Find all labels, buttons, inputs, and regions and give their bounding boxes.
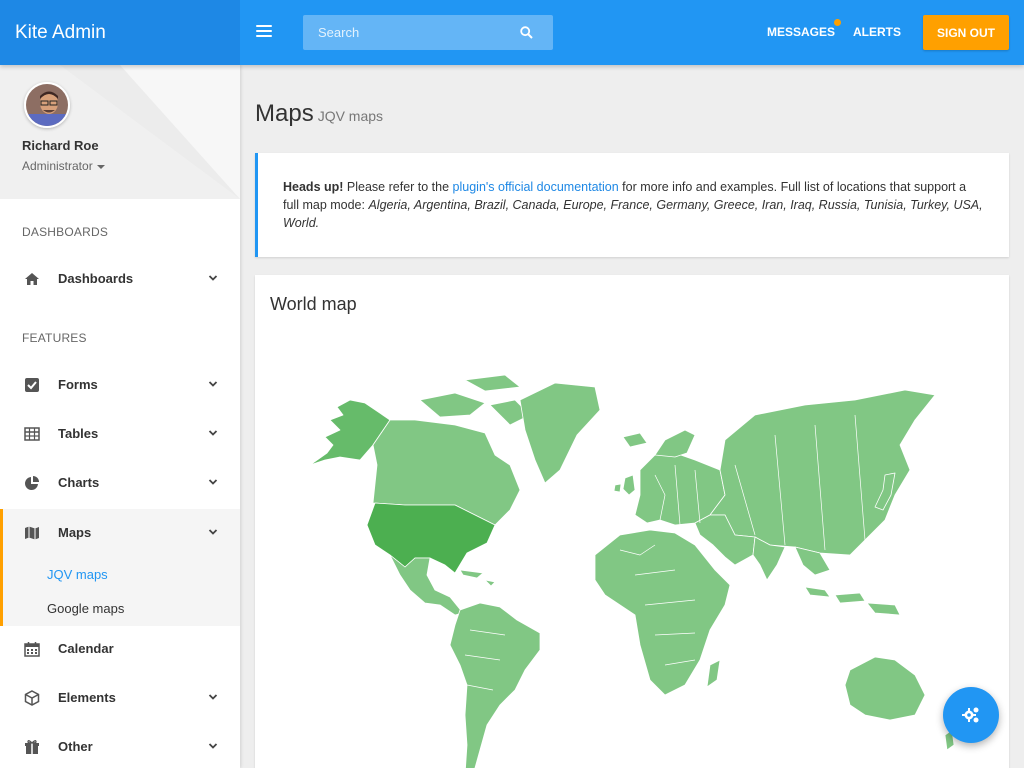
world-map[interactable] (255, 375, 1009, 768)
page-subtitle: JQV maps (317, 108, 384, 124)
sidebar-item-elements[interactable]: Elements (0, 674, 240, 723)
submenu-item-google-maps[interactable]: Google maps (47, 601, 124, 616)
callout-period: . (315, 216, 320, 230)
chevron-down-icon (208, 529, 218, 535)
map-region-scandinavia (654, 429, 696, 458)
map-region-greenland (519, 382, 601, 484)
callout-locations: Algeria, Argentina, Brazil, Canada, Euro… (283, 198, 983, 230)
sidebar-item-label: Tables (58, 426, 99, 441)
sidebar-item-maps[interactable]: Maps (0, 509, 240, 558)
sidebar-item-label: Charts (58, 475, 100, 490)
map-region-caribbean (459, 569, 496, 587)
settings-fab[interactable] (943, 687, 999, 743)
map-region-arctic-islands (419, 375, 531, 426)
user-name: Richard Roe (22, 138, 99, 153)
cube-icon (24, 690, 40, 706)
sidebar-item-label: Elements (58, 690, 116, 705)
map-region-madagascar (706, 659, 721, 688)
top-bar: Kite Admin MESSAGES ALERTS SIGN OUT (0, 0, 1024, 65)
chevron-down-icon (208, 430, 218, 436)
map-region-australia (844, 656, 926, 721)
page-title-text: Maps (255, 100, 314, 127)
gift-icon (25, 740, 39, 754)
active-indicator (0, 509, 3, 626)
search-input[interactable] (303, 15, 503, 50)
messages-label: MESSAGES (767, 25, 836, 39)
map-region-asia (709, 389, 936, 556)
chevron-down-icon (208, 694, 218, 700)
section-features: FEATURES (22, 331, 87, 345)
pie-chart-icon (25, 476, 39, 490)
caret-down-icon (96, 164, 105, 169)
documentation-link[interactable]: plugin's official documentation (453, 180, 619, 194)
chevron-down-icon (208, 743, 218, 749)
chevron-down-icon (208, 381, 218, 387)
hamburger-menu-icon[interactable] (256, 25, 272, 38)
calendar-icon (24, 642, 40, 657)
callout-heading: Heads up! (283, 180, 344, 194)
chevron-down-icon (208, 479, 218, 485)
search-icon[interactable] (520, 26, 533, 39)
table-icon (24, 427, 40, 441)
sidebar-item-label: Maps (58, 525, 92, 540)
user-role-dropdown[interactable]: Administrator (22, 159, 105, 173)
sidebar-item-label: Dashboards (58, 271, 134, 286)
home-icon (25, 273, 39, 285)
map-region-uk (613, 474, 636, 496)
sign-out-button[interactable]: SIGN OUT (923, 15, 1009, 50)
search-box (303, 15, 553, 50)
callout-text: Please refer to the (343, 180, 453, 194)
sidebar-item-charts[interactable]: Charts (0, 459, 240, 508)
map-icon (25, 526, 39, 540)
sidebar-item-label: Calendar (58, 641, 114, 656)
sidebar-item-forms[interactable]: Forms (0, 361, 240, 410)
world-map-card: World map (255, 275, 1009, 768)
map-region-iceland (622, 432, 648, 448)
app-title[interactable]: Kite Admin (0, 0, 240, 65)
notification-dot (834, 19, 842, 26)
avatar[interactable] (24, 82, 70, 128)
sidebar-item-label: Forms (58, 377, 98, 392)
checkbox-icon (25, 378, 39, 392)
map-region-indonesia (804, 586, 901, 616)
section-dashboards: DASHBOARDS (22, 225, 109, 239)
sidebar-item-dashboards[interactable]: Dashboards (0, 255, 240, 304)
alerts-link[interactable]: ALERTS (853, 0, 901, 65)
sidebar-item-calendar[interactable]: Calendar (0, 625, 240, 674)
messages-link[interactable]: MESSAGES (767, 0, 842, 65)
map-region-south-america (449, 602, 541, 768)
submenu-item-jqv-maps[interactable]: JQV maps (47, 567, 108, 582)
sidebar-item-label: Other (58, 739, 93, 754)
user-role: Administrator (22, 159, 93, 173)
page-title: Maps JQV maps (255, 100, 383, 128)
info-callout: Heads up! Please refer to the plugin's o… (255, 153, 1009, 257)
gears-icon (962, 707, 979, 723)
sidebar-item-tables[interactable]: Tables (0, 410, 240, 459)
profile-panel: Richard Roe Administrator (0, 65, 240, 199)
chevron-down-icon (208, 275, 218, 281)
sidebar-item-other[interactable]: Other (0, 723, 240, 768)
card-title: World map (270, 294, 357, 314)
